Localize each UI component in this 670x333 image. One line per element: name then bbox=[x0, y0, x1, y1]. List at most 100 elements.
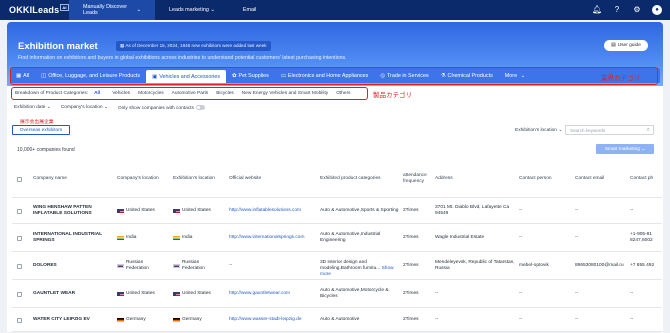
contact-email: -- bbox=[575, 316, 579, 322]
row-checkbox[interactable] bbox=[17, 209, 22, 214]
user-guide-button[interactable]: ▤ User guide bbox=[604, 40, 648, 51]
avatar[interactable]: ● bbox=[652, 5, 662, 15]
company-name[interactable]: DOLORES bbox=[33, 252, 115, 280]
website-link[interactable]: http://www.inflatablesolutions.com bbox=[229, 198, 317, 224]
select-all-checkbox[interactable] bbox=[17, 177, 22, 182]
company-location: United States bbox=[117, 280, 167, 308]
contact-person: mebel-optovik bbox=[519, 262, 549, 268]
product-categories: Auto & Automotive,Sports & Sporting bbox=[320, 207, 399, 213]
table-row[interactable]: WING HENSHAW PATTEN INFLATABLE SOLUTIONS… bbox=[12, 198, 662, 224]
bell-icon[interactable]: 🔔︎ bbox=[592, 5, 602, 15]
contacts-toggle[interactable]: Only show companies with contacts bbox=[118, 105, 205, 111]
exhibition-location: United States bbox=[173, 280, 223, 308]
main-nav: Manually Discover Leads ⌄ Leads marketin… bbox=[69, 0, 270, 20]
row-checkbox[interactable] bbox=[17, 236, 22, 241]
company-location-filter[interactable]: Company's location ⌄ bbox=[61, 105, 108, 110]
attendance-frequency: 2Times bbox=[403, 290, 419, 296]
website-link[interactable]: http://www.gauntletwear.com bbox=[229, 280, 317, 308]
website-link[interactable]: http://www.internationalsprings.com bbox=[229, 224, 317, 252]
table-header: Company name Company's location Exhibiti… bbox=[12, 160, 662, 198]
company-name[interactable]: INTERNATIONAL INDUSTRIAL SPRINGS bbox=[33, 224, 115, 252]
exhibition-date-filter[interactable]: Exhibition date ⌄ bbox=[14, 105, 51, 110]
col-contact-person: Contact person bbox=[519, 176, 552, 181]
page-subtitle: Find information on exhibitors and buyer… bbox=[18, 55, 347, 61]
contact-person: -- bbox=[519, 234, 523, 240]
germany-flag-icon bbox=[117, 317, 124, 323]
filter-bar: Exhibition date ⌄ Company's location ⌄ O… bbox=[14, 105, 205, 111]
toggle-switch[interactable] bbox=[195, 105, 205, 110]
germany-flag-icon bbox=[173, 317, 180, 323]
row-checkbox[interactable] bbox=[17, 292, 22, 297]
website-link[interactable]: http://www.wasser-stadt-leipzig.de bbox=[229, 308, 317, 332]
col-official-website: Official website bbox=[229, 176, 262, 181]
company-name[interactable]: GAUNTLET WEAR bbox=[33, 280, 115, 308]
annotation-box-product bbox=[11, 87, 368, 100]
company-location: Russian Federation bbox=[117, 252, 167, 280]
exhibition-location: Germany bbox=[173, 308, 223, 332]
contact-phone: -- bbox=[630, 316, 634, 322]
product-categories: Auto & Automotive,Motorcycle & Bicycles bbox=[320, 287, 389, 299]
gear-icon[interactable]: ⚙ bbox=[632, 5, 642, 15]
contact-email[interactable]: 89653080100@mail.ru bbox=[575, 252, 625, 280]
col-attendance-frequency: attendance frequency bbox=[403, 173, 427, 184]
col-product-categories: Exhibited product categories bbox=[320, 176, 381, 181]
contact-phone: +7 855 492 bbox=[630, 262, 655, 268]
contact-person: -- bbox=[519, 207, 523, 213]
russia-flag-icon bbox=[117, 263, 124, 269]
col-contact-email: Contact email bbox=[575, 176, 605, 181]
col-exhibition-location: Exhibition's location bbox=[173, 176, 215, 181]
company-name[interactable]: WING HENSHAW PATTEN INFLATABLE SOLUTIONS bbox=[33, 198, 115, 224]
us-flag-icon bbox=[173, 291, 180, 297]
product-categories: Auto & Automotive bbox=[320, 316, 360, 322]
attendance-frequency: 2Times bbox=[403, 316, 419, 322]
contact-email: -- bbox=[575, 290, 579, 296]
nav-leads-marketing[interactable]: Leads marketing ⌄ bbox=[155, 0, 229, 20]
annotation-product-label: 製品カテゴリ bbox=[373, 92, 412, 99]
search-icon[interactable]: ⌕ bbox=[647, 127, 650, 134]
annotation-overseas-label: 展示会出展企業 bbox=[20, 120, 54, 125]
india-flag-icon bbox=[117, 235, 124, 241]
address: 3701 Mt. Diablo Blvd, Lafayette Ca 94549 bbox=[435, 204, 510, 216]
attendance-frequency: 2Times bbox=[403, 207, 419, 213]
page-title: Exhibition market bbox=[18, 41, 98, 52]
contact-phone: -- bbox=[630, 290, 634, 296]
address: Wagle Industrial Estate bbox=[435, 234, 485, 240]
contact-person: -- bbox=[519, 290, 523, 296]
contact-phone: +1-905-81 8247,6002 bbox=[630, 231, 653, 243]
col-company-location: Company's location bbox=[117, 176, 159, 181]
address: -- bbox=[435, 290, 439, 296]
us-flag-icon bbox=[117, 208, 124, 214]
nav-discover-leads[interactable]: Manually Discover Leads ⌄ bbox=[69, 0, 155, 20]
col-company-name: Company name bbox=[33, 176, 67, 181]
col-address: Address bbox=[435, 176, 453, 181]
okki-logo[interactable]: OKKILeads AI bbox=[9, 4, 69, 15]
toolbar-icons: 🔔︎ ? ⚙ ● bbox=[592, 5, 662, 15]
exhibition-location: India bbox=[173, 224, 223, 252]
nav-email[interactable]: Email bbox=[229, 0, 270, 20]
table-row[interactable]: WATER CITY LEIPZIG EV Germany Germany ht… bbox=[12, 308, 662, 332]
company-location: United States bbox=[117, 198, 167, 224]
help-icon[interactable]: ? bbox=[612, 5, 622, 15]
us-flag-icon bbox=[173, 208, 180, 214]
row-checkbox[interactable] bbox=[17, 264, 22, 269]
company-name[interactable]: WATER CITY LEIPZIG EV bbox=[33, 308, 115, 332]
table-row[interactable]: INTERNATIONAL INDUSTRIAL SPRINGS India I… bbox=[12, 224, 662, 252]
exhibition-location-filter[interactable]: Exhibition's location ⌄ bbox=[515, 128, 562, 133]
row-checkbox[interactable] bbox=[17, 318, 22, 323]
table-row[interactable]: GAUNTLET WEAR United States United State… bbox=[12, 280, 662, 308]
col-contact-phone: Contact ph bbox=[630, 176, 654, 181]
update-notice: ▦ As of December 15, 2024, 1846 new exhi… bbox=[116, 41, 271, 51]
website-link: -- bbox=[229, 262, 233, 268]
table-row[interactable]: DOLORES Russian Federation Russian Feder… bbox=[12, 252, 662, 280]
company-location: India bbox=[117, 224, 167, 252]
smart-marketing-button[interactable]: Smart marketing ⌄ bbox=[596, 144, 654, 154]
attendance-frequency: 2Times bbox=[403, 262, 419, 268]
russia-flag-icon bbox=[173, 263, 180, 269]
search-input[interactable]: Search keywords ⌕ bbox=[565, 125, 654, 135]
overseas-exhibitors-tab[interactable]: Overseas exhibitors bbox=[12, 125, 70, 135]
annotation-box-category bbox=[10, 67, 658, 85]
contact-person: -- bbox=[519, 316, 523, 322]
exhibition-location: Russian Federation bbox=[173, 252, 223, 280]
book-icon: ▤ bbox=[611, 43, 616, 48]
contact-email: -- bbox=[575, 207, 579, 213]
